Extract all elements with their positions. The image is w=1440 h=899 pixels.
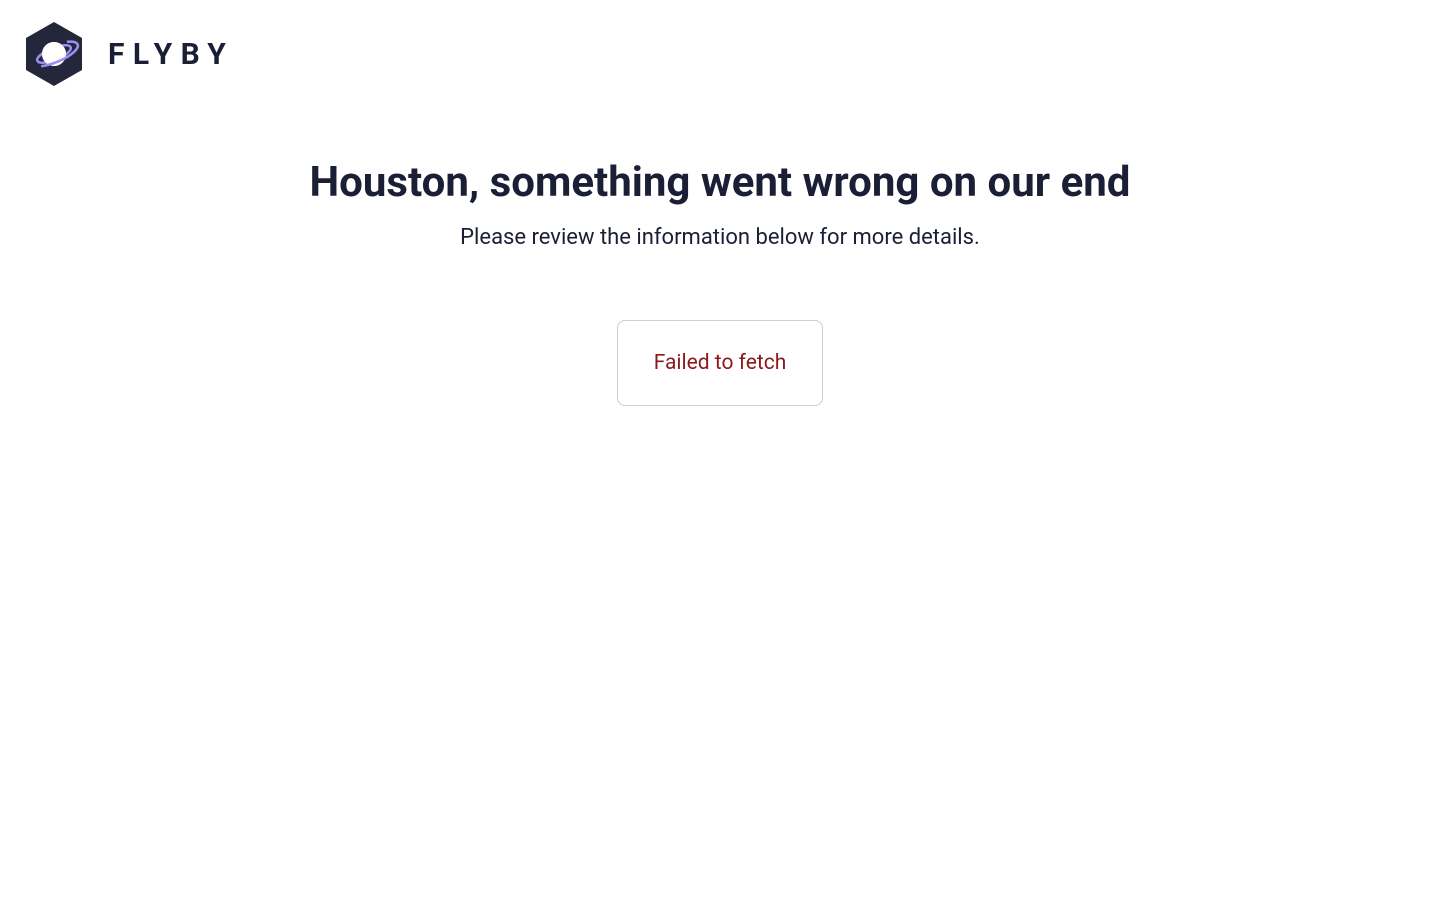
error-content: Houston, something went wrong on our end… [0, 108, 1440, 406]
error-message: Failed to fetch [654, 351, 787, 375]
error-details-box: Failed to fetch [617, 320, 824, 406]
brand-name: FLYBY [108, 37, 234, 72]
error-title: Houston, something went wrong on our end [310, 158, 1131, 207]
error-subtitle: Please review the information below for … [460, 225, 980, 250]
header: FLYBY [0, 0, 1440, 108]
brand-logo-icon [26, 22, 82, 86]
